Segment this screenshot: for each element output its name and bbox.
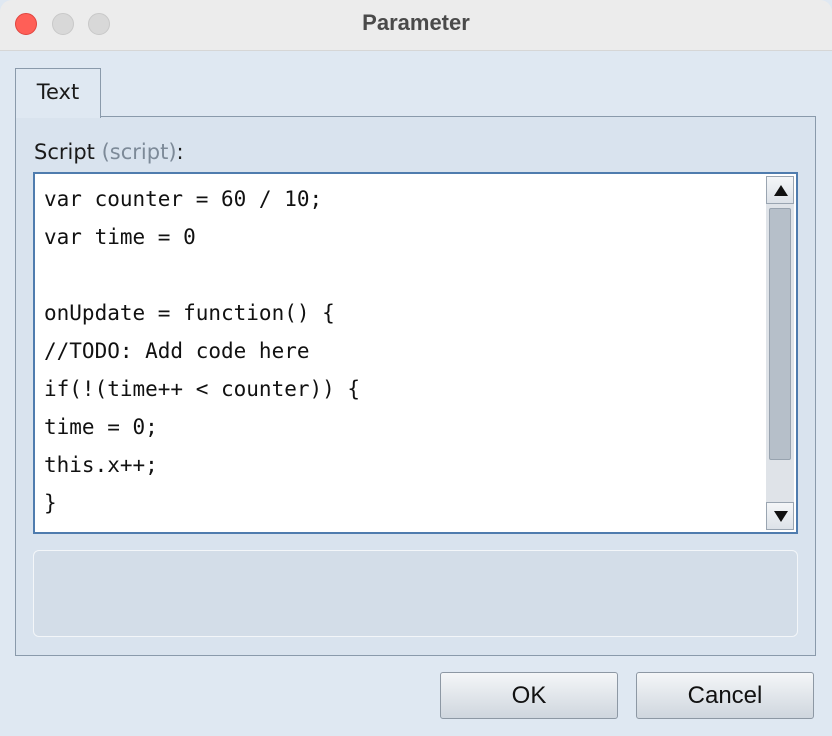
code-line: //TODO: Add code here (44, 339, 310, 363)
code-line: if(!(time++ < counter)) { (44, 377, 361, 401)
code-line: time = 0; (44, 415, 158, 439)
description-box (33, 550, 798, 637)
parameter-dialog: Parameter Text Script (script): var coun… (0, 0, 832, 736)
editor-vertical-scrollbar[interactable] (766, 176, 794, 530)
code-line: onUpdate = function() { (44, 301, 335, 325)
scroll-down-button[interactable] (766, 502, 794, 530)
script-code[interactable]: var counter = 60 / 10; var time = 0 onUp… (44, 180, 760, 522)
script-field-label: Script (script): (34, 140, 184, 164)
script-editor[interactable]: var counter = 60 / 10; var time = 0 onUp… (33, 172, 798, 534)
label-colon: : (176, 140, 184, 164)
scroll-up-button[interactable] (766, 176, 794, 204)
tab-text[interactable]: Text (15, 68, 101, 118)
code-line: var time = 0 (44, 225, 196, 249)
tab-text-label: Text (36, 80, 80, 104)
code-line: var counter = 60 / 10; (44, 187, 323, 211)
code-line: this.x++; (44, 453, 158, 477)
arrow-up-icon (774, 185, 788, 196)
title-bar: Parameter (0, 0, 832, 51)
cancel-button[interactable]: Cancel (636, 672, 814, 719)
scrollbar-thumb[interactable] (769, 208, 791, 460)
window-title: Parameter (362, 10, 470, 35)
script-label: Script (34, 140, 95, 164)
code-line: } (44, 491, 57, 515)
arrow-down-icon (774, 511, 788, 522)
script-hint: (script) (101, 140, 177, 164)
ok-button[interactable]: OK (440, 672, 618, 719)
